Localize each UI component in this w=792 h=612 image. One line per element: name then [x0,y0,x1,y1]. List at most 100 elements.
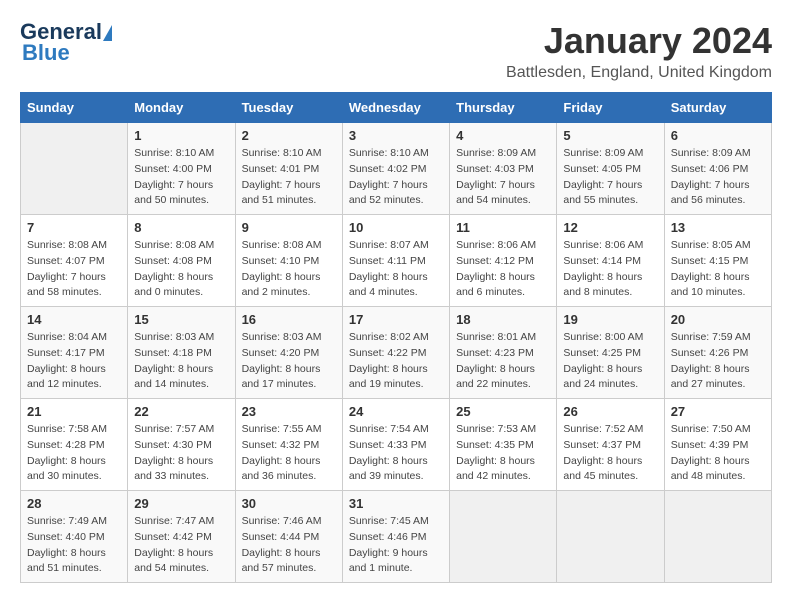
calendar-title: January 2024 [506,20,772,62]
day-number: 15 [134,312,228,327]
day-number: 26 [563,404,657,419]
calendar-week-2: 7 Sunrise: 8:08 AMSunset: 4:07 PMDaylight… [21,215,772,307]
calendar-cell: 25 Sunrise: 7:53 AMSunset: 4:35 PMDayligh… [450,399,557,491]
day-number: 1 [134,128,228,143]
day-info: Sunrise: 7:57 AMSunset: 4:30 PMDaylight:… [134,422,228,485]
day-info: Sunrise: 8:04 AMSunset: 4:17 PMDaylight:… [27,330,121,393]
calendar-cell: 29Sunrise: 7:47 AMSunset: 4:42 PMDayligh… [128,491,235,583]
calendar-cell [450,491,557,583]
day-number: 13 [671,220,765,235]
day-number: 17 [349,312,443,327]
day-info: Sunrise: 8:08 AMSunset: 4:07 PMDaylight:… [27,238,121,301]
calendar-cell: 18 Sunrise: 8:01 AMSunset: 4:23 PMDayligh… [450,307,557,399]
day-info: Sunrise: 8:03 AMSunset: 4:20 PMDaylight:… [242,330,336,393]
title-area: January 2024 Battlesden, England, United… [506,20,772,82]
day-info: Sunrise: 7:52 AMSunset: 4:37 PMDaylight:… [563,422,657,485]
day-info: Sunrise: 7:49 AMSunset: 4:40 PMDaylight:… [27,514,121,577]
day-number: 14 [27,312,121,327]
day-number: 30 [242,496,336,511]
day-info: Sunrise: 8:09 AMSunset: 4:03 PMDaylight:… [456,146,550,209]
calendar-cell: 10 Sunrise: 8:07 AMSunset: 4:11 PMDayligh… [342,215,449,307]
day-number: 3 [349,128,443,143]
calendar-cell: 17 Sunrise: 8:02 AMSunset: 4:22 PMDayligh… [342,307,449,399]
col-tuesday: Tuesday [235,93,342,123]
calendar-week-3: 14 Sunrise: 8:04 AMSunset: 4:17 PMDayligh… [21,307,772,399]
day-info: Sunrise: 8:02 AMSunset: 4:22 PMDaylight:… [349,330,443,393]
calendar-cell: 3 Sunrise: 8:10 AMSunset: 4:02 PMDaylight… [342,123,449,215]
day-info: Sunrise: 7:54 AMSunset: 4:33 PMDaylight:… [349,422,443,485]
day-number: 23 [242,404,336,419]
col-friday: Friday [557,93,664,123]
day-info: Sunrise: 7:47 AMSunset: 4:42 PMDaylight:… [134,514,228,577]
day-info: Sunrise: 8:09 AMSunset: 4:05 PMDaylight:… [563,146,657,209]
calendar-subtitle: Battlesden, England, United Kingdom [506,64,772,82]
col-saturday: Saturday [664,93,771,123]
day-number: 16 [242,312,336,327]
day-number: 9 [242,220,336,235]
calendar-cell: 16 Sunrise: 8:03 AMSunset: 4:20 PMDayligh… [235,307,342,399]
day-number: 27 [671,404,765,419]
day-info: Sunrise: 8:10 AMSunset: 4:00 PMDaylight:… [134,146,228,209]
day-number: 10 [349,220,443,235]
calendar-cell: 14 Sunrise: 8:04 AMSunset: 4:17 PMDayligh… [21,307,128,399]
day-info: Sunrise: 7:55 AMSunset: 4:32 PMDaylight:… [242,422,336,485]
day-info: Sunrise: 7:53 AMSunset: 4:35 PMDaylight:… [456,422,550,485]
day-info: Sunrise: 8:10 AMSunset: 4:01 PMDaylight:… [242,146,336,209]
day-number: 31 [349,496,443,511]
calendar-cell: 24 Sunrise: 7:54 AMSunset: 4:33 PMDayligh… [342,399,449,491]
logo: General Blue [20,20,112,66]
col-thursday: Thursday [450,93,557,123]
day-number: 21 [27,404,121,419]
day-info: Sunrise: 8:10 AMSunset: 4:02 PMDaylight:… [349,146,443,209]
calendar-cell: 7 Sunrise: 8:08 AMSunset: 4:07 PMDaylight… [21,215,128,307]
day-info: Sunrise: 8:07 AMSunset: 4:11 PMDaylight:… [349,238,443,301]
calendar-week-4: 21 Sunrise: 7:58 AMSunset: 4:28 PMDayligh… [21,399,772,491]
day-number: 24 [349,404,443,419]
day-number: 7 [27,220,121,235]
calendar-cell: 21 Sunrise: 7:58 AMSunset: 4:28 PMDayligh… [21,399,128,491]
calendar-cell: 27Sunrise: 7:50 AMSunset: 4:39 PMDayligh… [664,399,771,491]
calendar-cell: 31Sunrise: 7:45 AMSunset: 4:46 PMDayligh… [342,491,449,583]
calendar-cell: 9 Sunrise: 8:08 AMSunset: 4:10 PMDaylight… [235,215,342,307]
day-number: 18 [456,312,550,327]
day-info: Sunrise: 8:06 AMSunset: 4:14 PMDaylight:… [563,238,657,301]
calendar-cell: 20Sunrise: 7:59 AMSunset: 4:26 PMDayligh… [664,307,771,399]
calendar-cell: 23 Sunrise: 7:55 AMSunset: 4:32 PMDayligh… [235,399,342,491]
calendar-cell: 5 Sunrise: 8:09 AMSunset: 4:05 PMDaylight… [557,123,664,215]
calendar-table: Sunday Monday Tuesday Wednesday Thursday… [20,92,772,583]
day-number: 4 [456,128,550,143]
calendar-cell: 30Sunrise: 7:46 AMSunset: 4:44 PMDayligh… [235,491,342,583]
calendar-cell: 22Sunrise: 7:57 AMSunset: 4:30 PMDayligh… [128,399,235,491]
day-number: 19 [563,312,657,327]
day-number: 2 [242,128,336,143]
day-number: 11 [456,220,550,235]
day-number: 5 [563,128,657,143]
day-info: Sunrise: 7:58 AMSunset: 4:28 PMDaylight:… [27,422,121,485]
day-info: Sunrise: 8:08 AMSunset: 4:08 PMDaylight:… [134,238,228,301]
col-sunday: Sunday [21,93,128,123]
calendar-cell: 8Sunrise: 8:08 AMSunset: 4:08 PMDaylight… [128,215,235,307]
calendar-week-5: 28 Sunrise: 7:49 AMSunset: 4:40 PMDayligh… [21,491,772,583]
day-info: Sunrise: 8:05 AMSunset: 4:15 PMDaylight:… [671,238,765,301]
day-number: 25 [456,404,550,419]
calendar-cell [557,491,664,583]
calendar-cell: 4 Sunrise: 8:09 AMSunset: 4:03 PMDaylight… [450,123,557,215]
calendar-cell: 6Sunrise: 8:09 AMSunset: 4:06 PMDaylight… [664,123,771,215]
day-info: Sunrise: 8:03 AMSunset: 4:18 PMDaylight:… [134,330,228,393]
calendar-week-1: 1 Sunrise: 8:10 AMSunset: 4:00 PMDaylight… [21,123,772,215]
calendar-cell [664,491,771,583]
col-monday: Monday [128,93,235,123]
calendar-cell: 13 Sunrise: 8:05 AMSunset: 4:15 PMDayligh… [664,215,771,307]
day-number: 28 [27,496,121,511]
calendar-cell: 11 Sunrise: 8:06 AMSunset: 4:12 PMDayligh… [450,215,557,307]
calendar-cell: 1 Sunrise: 8:10 AMSunset: 4:00 PMDaylight… [128,123,235,215]
calendar-cell: 28 Sunrise: 7:49 AMSunset: 4:40 PMDayligh… [21,491,128,583]
day-info: Sunrise: 8:01 AMSunset: 4:23 PMDaylight:… [456,330,550,393]
day-info: Sunrise: 8:00 AMSunset: 4:25 PMDaylight:… [563,330,657,393]
day-info: Sunrise: 8:09 AMSunset: 4:06 PMDaylight:… [671,146,765,209]
calendar-cell: 12Sunrise: 8:06 AMSunset: 4:14 PMDayligh… [557,215,664,307]
calendar-cell [21,123,128,215]
col-wednesday: Wednesday [342,93,449,123]
day-info: Sunrise: 8:08 AMSunset: 4:10 PMDaylight:… [242,238,336,301]
day-info: Sunrise: 8:06 AMSunset: 4:12 PMDaylight:… [456,238,550,301]
